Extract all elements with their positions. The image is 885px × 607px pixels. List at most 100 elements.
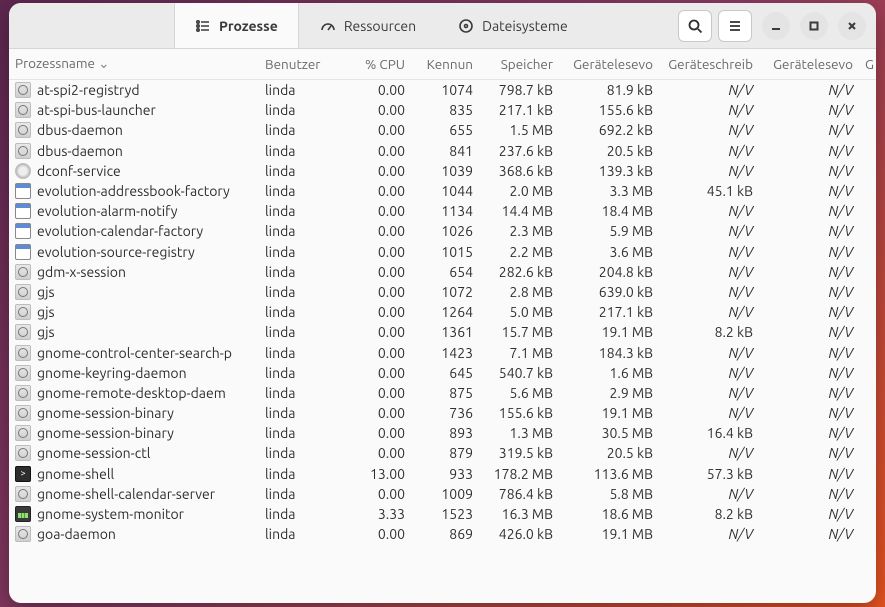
cell-write-rate: [859, 221, 876, 241]
cell-cpu: 0.00: [339, 342, 411, 362]
process-name: gnome-system-monitor: [37, 506, 184, 522]
cell-cpu: 0.00: [339, 302, 411, 322]
process-icon: [15, 122, 31, 138]
cell-read-rate: N/V: [759, 100, 859, 120]
cell-write-total: N/V: [659, 282, 759, 302]
table-row[interactable]: at-spi2-registrydlinda0.001074798.7 kB81…: [9, 80, 876, 101]
cell-name: gnome-keyring-daemon: [9, 363, 259, 383]
cell-name: at-spi2-registryd: [9, 80, 259, 101]
table-row[interactable]: evolution-calendar-factorylinda0.0010262…: [9, 221, 876, 241]
cell-pid: 1009: [411, 484, 479, 504]
cell-name: gjs: [9, 322, 259, 342]
cell-user: linda: [259, 484, 339, 504]
table-row[interactable]: dbus-daemonlinda0.00841237.6 kB20.5 kBN/…: [9, 141, 876, 161]
table-row[interactable]: gnome-shelllinda13.00933178.2 MB113.6 MB…: [9, 464, 876, 484]
table-row[interactable]: gjslinda0.0012645.0 MB217.1 kBN/VN/V: [9, 302, 876, 322]
maximize-icon: [808, 20, 820, 32]
cell-pid: 1361: [411, 322, 479, 342]
table-row[interactable]: gnome-control-center-search-plinda0.0014…: [9, 342, 876, 362]
table-row[interactable]: evolution-source-registrylinda0.0010152.…: [9, 242, 876, 262]
cell-read-total: 5.9 MB: [559, 221, 659, 241]
cell-write-total: 45.1 kB: [659, 181, 759, 201]
process-table: Prozessname ⌄ Benutzer % CPU Kennun Spei…: [9, 49, 876, 544]
cell-cpu: 0.00: [339, 201, 411, 221]
close-button[interactable]: [838, 12, 866, 40]
maximize-button[interactable]: [800, 12, 828, 40]
tab-resources[interactable]: Ressourcen: [299, 3, 437, 48]
tab-filesystems[interactable]: Dateisysteme: [437, 3, 589, 48]
col-user[interactable]: Benutzer: [259, 49, 339, 80]
cell-read-total: 217.1 kB: [559, 302, 659, 322]
titlebar-spacer: [9, 3, 174, 48]
titlebar: Prozesse Ressourcen Dateisysteme: [9, 3, 876, 49]
table-row[interactable]: evolution-alarm-notifylinda0.00113414.4 …: [9, 201, 876, 221]
cell-write-total: N/V: [659, 201, 759, 221]
col-pid[interactable]: Kennun: [411, 49, 479, 80]
cell-cpu: 0.00: [339, 282, 411, 302]
cell-name: gnome-shell: [9, 464, 259, 484]
cell-name: gnome-remote-desktop-daem: [9, 383, 259, 403]
col-write-total[interactable]: Geräteschreib: [659, 49, 759, 80]
table-row[interactable]: gnome-session-binarylinda0.008931.3 MB30…: [9, 423, 876, 443]
cell-write-total: 57.3 kB: [659, 464, 759, 484]
search-button[interactable]: [678, 10, 712, 42]
table-row[interactable]: gnome-keyring-daemonlinda0.00645540.7 kB…: [9, 363, 876, 383]
table-row[interactable]: gnome-remote-desktop-daemlinda0.008755.6…: [9, 383, 876, 403]
cell-read-rate: N/V: [759, 120, 859, 140]
cell-write-rate: [859, 181, 876, 201]
process-table-wrap: Prozessname ⌄ Benutzer % CPU Kennun Spei…: [9, 49, 876, 603]
cell-write-rate: [859, 383, 876, 403]
cell-mem: 319.5 kB: [479, 443, 559, 463]
process-icon: [15, 223, 31, 239]
table-row[interactable]: gdm-x-sessionlinda0.00654282.6 kB204.8 k…: [9, 262, 876, 282]
cell-read-total: 3.6 MB: [559, 242, 659, 262]
col-read-rate[interactable]: Gerätelesevo: [759, 49, 859, 80]
table-row[interactable]: at-spi-bus-launcherlinda0.00835217.1 kB1…: [9, 100, 876, 120]
cell-cpu: 0.00: [339, 443, 411, 463]
cell-pid: 875: [411, 383, 479, 403]
cell-write-total: 8.2 kB: [659, 322, 759, 342]
table-row[interactable]: gnome-system-monitorlinda3.33152316.3 MB…: [9, 504, 876, 524]
tab-filesystems-label: Dateisysteme: [482, 18, 568, 34]
menu-button[interactable]: [718, 10, 752, 42]
tab-processes-label: Prozesse: [219, 18, 278, 34]
table-row[interactable]: gnome-session-binarylinda0.00736155.6 kB…: [9, 403, 876, 423]
col-read-total[interactable]: Gerätelesevo: [559, 49, 659, 80]
cell-pid: 1423: [411, 342, 479, 362]
table-row[interactable]: evolution-addressbook-factorylinda0.0010…: [9, 181, 876, 201]
process-table-body: at-spi2-registrydlinda0.001074798.7 kB81…: [9, 80, 876, 545]
cell-name: gjs: [9, 282, 259, 302]
col-mem[interactable]: Speicher: [479, 49, 559, 80]
col-name[interactable]: Prozessname ⌄: [9, 49, 259, 80]
cell-name: evolution-source-registry: [9, 242, 259, 262]
table-row[interactable]: gjslinda0.00136115.7 MB19.1 MB8.2 kBN/V: [9, 322, 876, 342]
cell-write-rate: [859, 423, 876, 443]
cell-cpu: 0.00: [339, 141, 411, 161]
process-icon: [15, 264, 31, 280]
cell-cpu: 13.00: [339, 464, 411, 484]
cell-read-rate: N/V: [759, 524, 859, 544]
table-row[interactable]: gnome-session-ctllinda0.00879319.5 kB20.…: [9, 443, 876, 463]
minimize-button[interactable]: [762, 12, 790, 40]
cell-write-rate: [859, 464, 876, 484]
tab-processes[interactable]: Prozesse: [174, 3, 299, 48]
table-row[interactable]: dconf-servicelinda0.001039368.6 kB139.3 …: [9, 161, 876, 181]
cell-read-rate: N/V: [759, 423, 859, 443]
cell-read-rate: N/V: [759, 141, 859, 161]
titlebar-controls: [678, 10, 870, 42]
table-row[interactable]: gjslinda0.0010722.8 MB639.0 kBN/VN/V: [9, 282, 876, 302]
cell-pid: 841: [411, 141, 479, 161]
table-row[interactable]: dbus-daemonlinda0.006551.5 MB692.2 kBN/V…: [9, 120, 876, 140]
cell-user: linda: [259, 342, 339, 362]
cell-write-total: N/V: [659, 141, 759, 161]
cell-name: at-spi-bus-launcher: [9, 100, 259, 120]
cell-user: linda: [259, 120, 339, 140]
col-write-rate[interactable]: G: [859, 49, 876, 80]
cell-write-rate: [859, 504, 876, 524]
cell-write-total: N/V: [659, 342, 759, 362]
cell-read-total: 20.5 kB: [559, 141, 659, 161]
col-cpu[interactable]: % CPU: [339, 49, 411, 80]
process-icon: [15, 345, 31, 361]
table-row[interactable]: goa-daemonlinda0.00869426.0 kB19.1 MBN/V…: [9, 524, 876, 544]
table-row[interactable]: gnome-shell-calendar-serverlinda0.001009…: [9, 484, 876, 504]
